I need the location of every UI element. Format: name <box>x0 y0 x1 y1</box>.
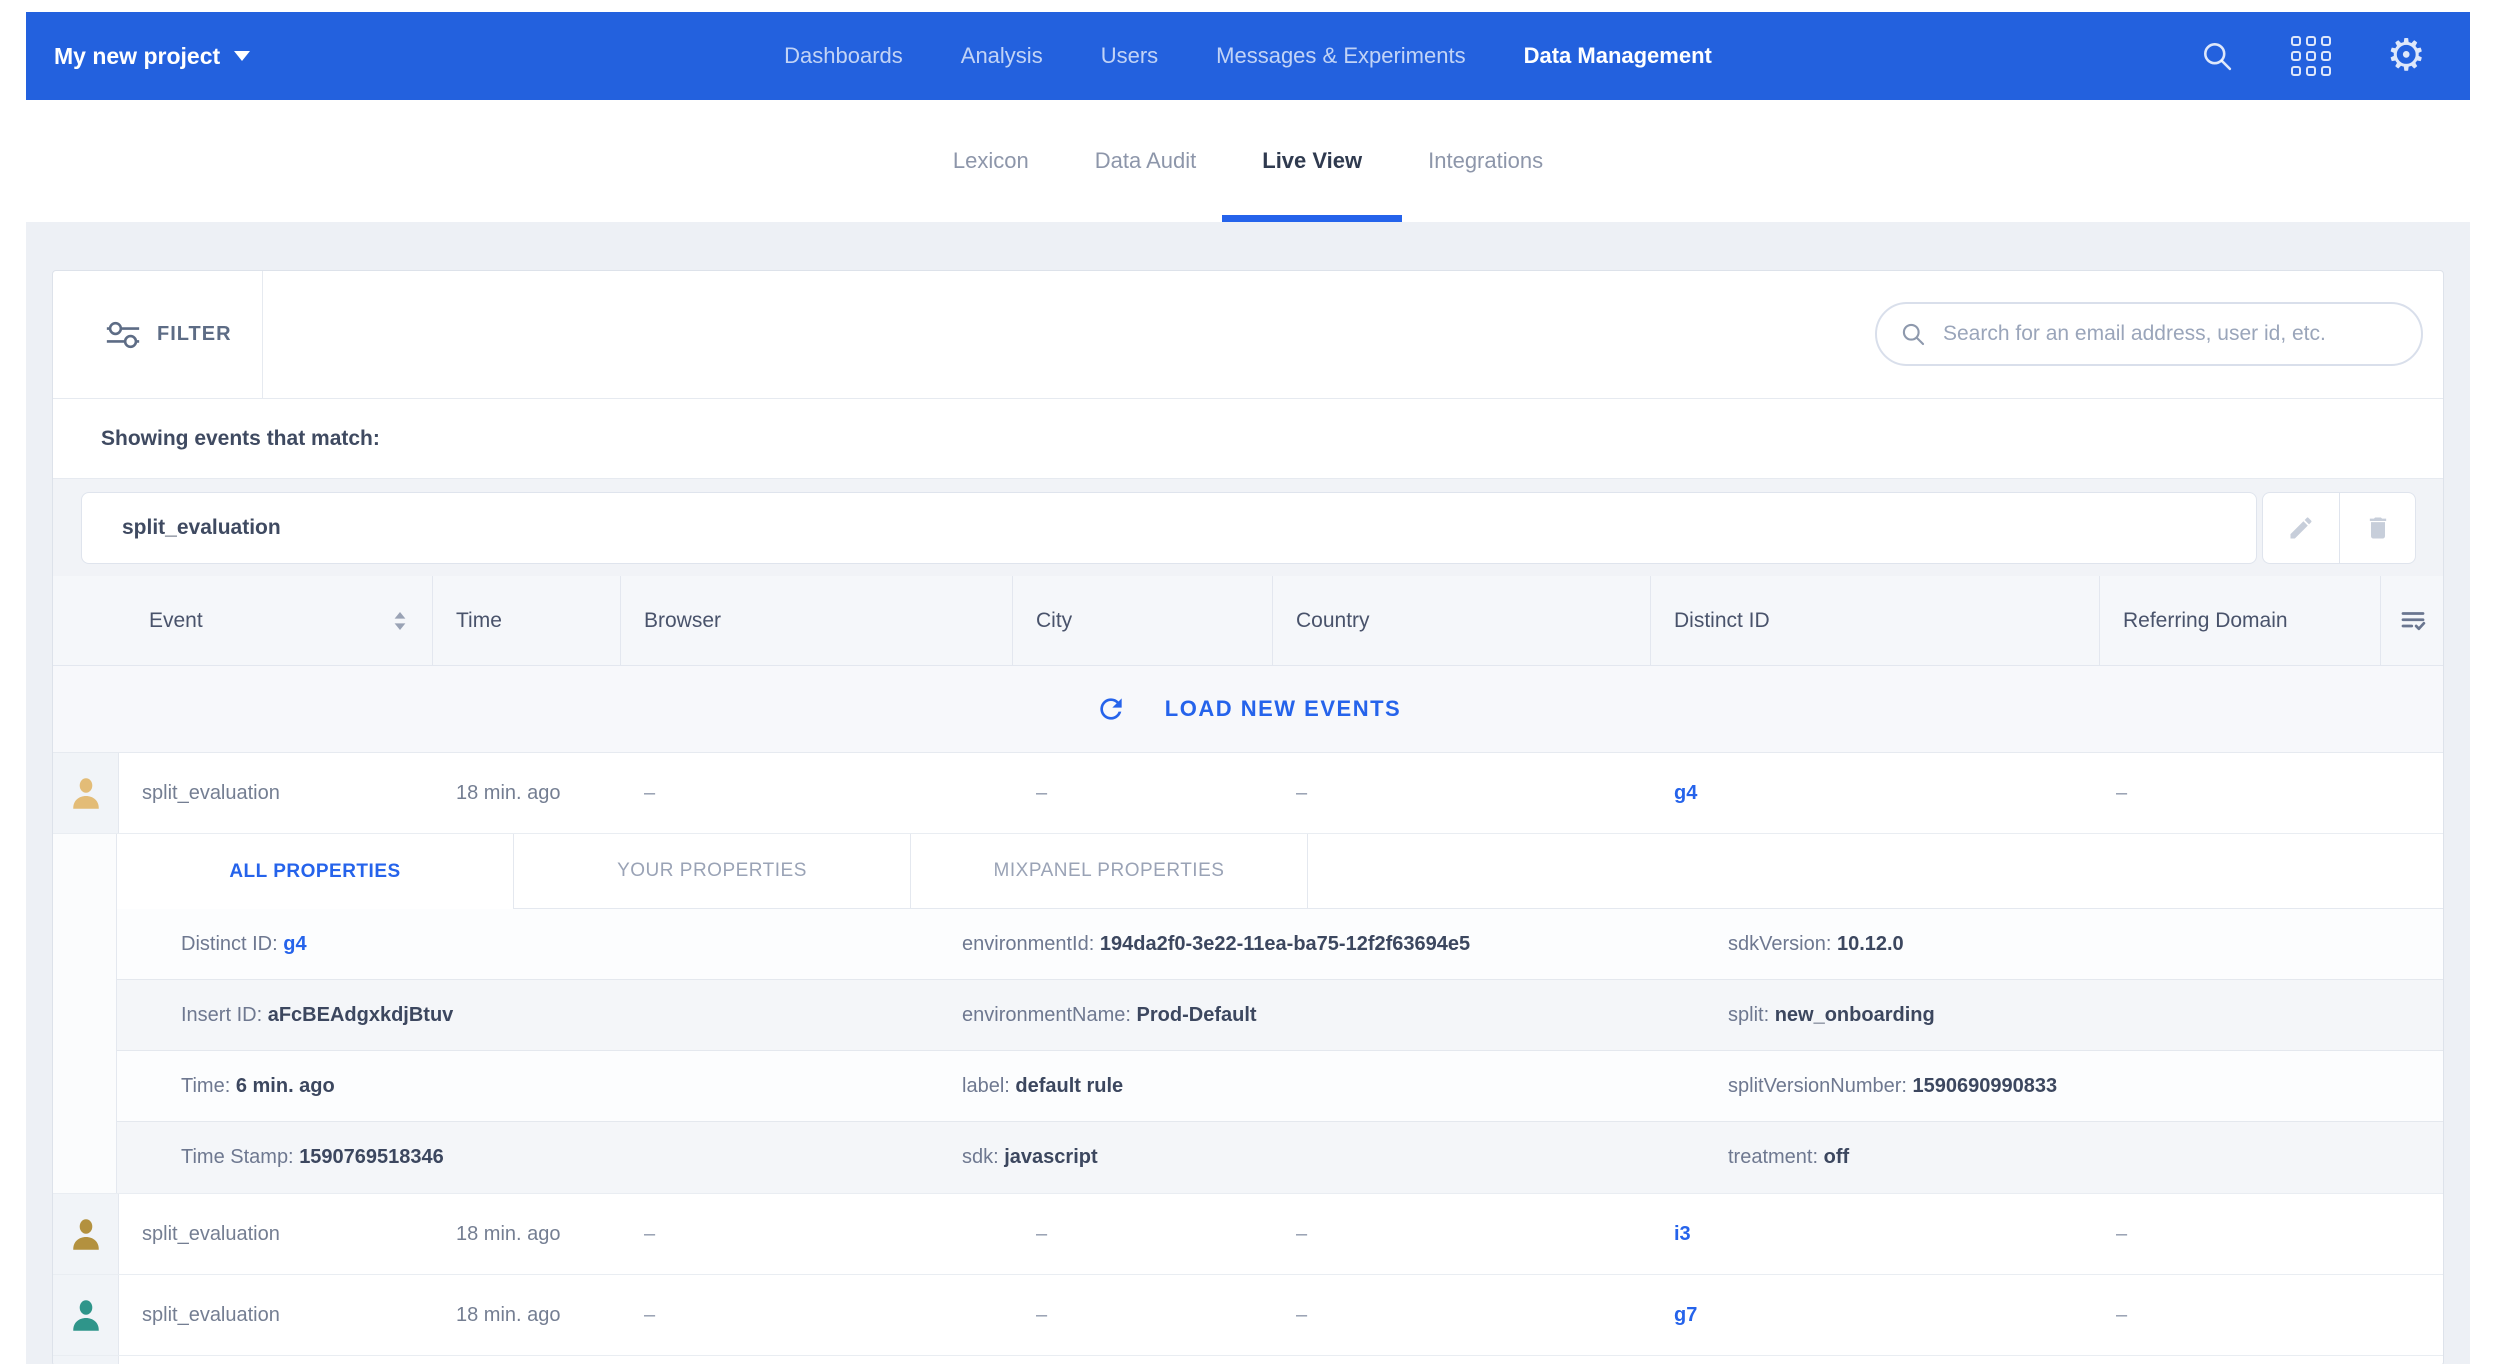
nav-data-management[interactable]: Data Management <box>1524 43 1712 69</box>
nav-messages-experiments[interactable]: Messages & Experiments <box>1216 43 1465 69</box>
live-view-card: FILTER Showing events that match: split_… <box>52 270 2444 1364</box>
tab-all-properties[interactable]: ALL PROPERTIES <box>117 834 514 909</box>
search-input[interactable] <box>1943 322 2421 346</box>
event-row-spacer <box>2381 753 2444 833</box>
delete-filter-button[interactable] <box>2339 492 2416 564</box>
tab-mixpanel-properties[interactable]: MIXPANEL PROPERTIES <box>911 834 1308 909</box>
event-row-2[interactable]: split_evaluation 18 min. ago – – – i3 – <box>53 1194 2443 1275</box>
event-city: – <box>1013 1194 1273 1274</box>
event-country: – <box>1273 753 1651 833</box>
event-row-1[interactable]: split_evaluation 18 min. ago – – – g4 – <box>53 753 2443 834</box>
project-name: My new project <box>54 43 220 70</box>
tab-your-properties[interactable]: YOUR PROPERTIES <box>514 834 911 909</box>
nav-users[interactable]: Users <box>1101 43 1158 69</box>
events-table-header: Event Time Browser City Country Distinct… <box>53 576 2443 666</box>
search-icon[interactable] <box>2199 38 2235 74</box>
top-navigation-bar: My new project Dashboards Analysis Users… <box>26 12 2470 100</box>
event-row-spacer <box>2381 1194 2444 1274</box>
event-country: – <box>1273 1194 1651 1274</box>
property-row: Distinct ID: g4 environmentId: 194da2f0-… <box>117 909 2443 980</box>
project-selector[interactable]: My new project <box>54 43 250 70</box>
distinct-id-link[interactable]: i3 <box>1674 1223 1691 1246</box>
search-icon <box>1899 320 1927 348</box>
event-name: split_evaluation <box>119 1275 433 1355</box>
property-row: Time: 6 min. ago label: default rule spl… <box>117 1051 2443 1122</box>
property-value-link[interactable]: g4 <box>283 933 306 955</box>
event-referring-domain: – <box>2100 753 2381 833</box>
event-time: 18 min. ago <box>433 1194 621 1274</box>
distinct-id-link[interactable]: g4 <box>1674 782 1697 805</box>
properties-tabs: ALL PROPERTIES YOUR PROPERTIES MIXPANEL … <box>117 834 2443 909</box>
event-name: split_evaluation <box>119 1194 433 1274</box>
nav-dashboards[interactable]: Dashboards <box>784 43 903 69</box>
distinct-id-link[interactable]: g7 <box>1674 1304 1697 1327</box>
filter-button-label: FILTER <box>157 323 232 346</box>
column-header-city: City <box>1013 576 1273 665</box>
user-avatar[interactable] <box>53 753 119 833</box>
event-referring-domain: – <box>2100 1194 2381 1274</box>
event-row-3[interactable]: split_evaluation 18 min. ago – – – g7 – <box>53 1275 2443 1356</box>
tab-data-audit[interactable]: Data Audit <box>1095 100 1197 222</box>
data-management-subnav: Lexicon Data Audit Live View Integration… <box>0 100 2496 222</box>
user-avatar[interactable] <box>53 1194 119 1274</box>
column-header-browser: Browser <box>621 576 1013 665</box>
person-icon <box>68 1297 104 1333</box>
event-time: 18 min. ago <box>433 753 621 833</box>
pencil-icon <box>2287 514 2315 542</box>
column-header-event[interactable]: Event <box>53 576 433 665</box>
filter-sliders-icon <box>105 321 141 349</box>
load-new-events-button[interactable]: LOAD NEW EVENTS <box>53 666 2443 753</box>
list-check-icon <box>2398 606 2428 636</box>
tab-lexicon[interactable]: Lexicon <box>953 100 1029 222</box>
person-icon <box>68 1216 104 1252</box>
event-time: 18 min. ago <box>433 1275 621 1355</box>
event-browser: – <box>621 1194 1013 1274</box>
column-header-referring-domain: Referring Domain <box>2100 576 2381 665</box>
property-row: Insert ID: aFcBEAdgxkdjBtuv environmentN… <box>117 980 2443 1051</box>
sort-icon <box>390 609 410 633</box>
properties-tabs-filler <box>1308 834 2443 909</box>
property-row: Time Stamp: 1590769518346 sdk: javascrip… <box>117 1122 2443 1193</box>
filter-button[interactable]: FILTER <box>53 271 263 398</box>
event-row-partial <box>53 1356 2443 1364</box>
column-settings-button[interactable] <box>2381 576 2444 665</box>
tab-integrations[interactable]: Integrations <box>1428 100 1543 222</box>
event-browser: – <box>621 753 1013 833</box>
tab-live-view[interactable]: Live View <box>1262 100 1362 222</box>
event-city: – <box>1013 1275 1273 1355</box>
chevron-down-icon <box>234 51 250 61</box>
page-content: FILTER Showing events that match: split_… <box>26 222 2470 1364</box>
event-country: – <box>1273 1275 1651 1355</box>
refresh-icon <box>1095 693 1127 725</box>
user-search-box[interactable] <box>1875 302 2423 366</box>
event-filter-row: split_evaluation <box>53 479 2443 576</box>
person-icon <box>68 775 104 811</box>
event-query-value[interactable]: split_evaluation <box>81 492 2257 564</box>
query-actions <box>2262 492 2416 564</box>
properties-gutter <box>53 834 117 1193</box>
nav-analysis[interactable]: Analysis <box>961 43 1043 69</box>
edit-filter-button[interactable] <box>2262 492 2339 564</box>
column-header-country: Country <box>1273 576 1651 665</box>
topbar-icons: ⚙ <box>2199 34 2426 78</box>
event-properties-panel: ALL PROPERTIES YOUR PROPERTIES MIXPANEL … <box>53 834 2443 1194</box>
filter-toolbar: FILTER <box>53 271 2443 399</box>
gear-icon[interactable]: ⚙ <box>2387 34 2426 78</box>
apps-grid-icon[interactable] <box>2291 36 2331 76</box>
event-referring-domain: – <box>2100 1275 2381 1355</box>
event-row-spacer <box>2381 1275 2444 1355</box>
column-header-time: Time <box>433 576 621 665</box>
trash-icon <box>2364 514 2392 542</box>
event-browser: – <box>621 1275 1013 1355</box>
showing-events-heading: Showing events that match: <box>53 399 2443 479</box>
event-name: split_evaluation <box>119 753 433 833</box>
column-header-distinct-id: Distinct ID <box>1651 576 2100 665</box>
event-city: – <box>1013 753 1273 833</box>
user-avatar[interactable] <box>53 1275 119 1355</box>
load-new-events-label: LOAD NEW EVENTS <box>1165 696 1401 722</box>
main-nav: Dashboards Analysis Users Messages & Exp… <box>784 43 1712 69</box>
